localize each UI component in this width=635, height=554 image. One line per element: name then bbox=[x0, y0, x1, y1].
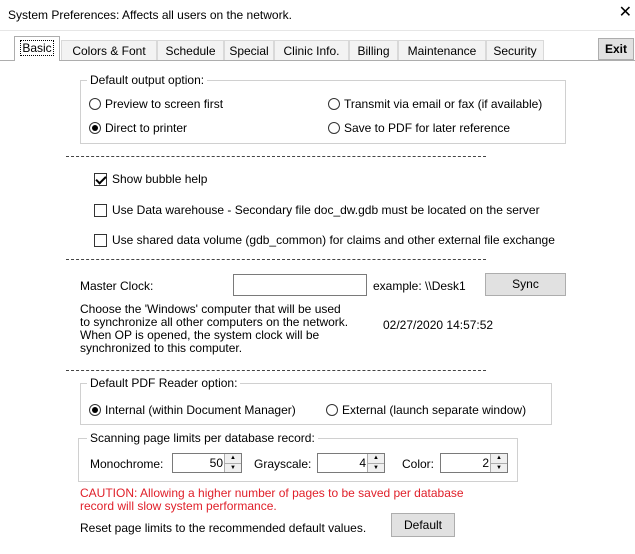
tab-basic[interactable]: Basic bbox=[14, 36, 60, 61]
checkbox-show-bubble-help[interactable]: Show bubble help bbox=[94, 172, 207, 186]
spinner-arrows[interactable]: ▲ ▼ bbox=[224, 454, 241, 472]
caution-text: CAUTION: Allowing a higher number of pag… bbox=[80, 487, 464, 513]
spinner-value: 4 bbox=[359, 456, 366, 470]
radio-icon bbox=[89, 98, 101, 110]
radio-icon bbox=[328, 122, 340, 134]
master-clock-input[interactable] bbox=[233, 274, 367, 296]
radio-preview-screen[interactable]: Preview to screen first bbox=[89, 97, 223, 111]
spin-down-icon[interactable]: ▼ bbox=[225, 463, 241, 472]
radio-label: External (launch separate window) bbox=[342, 403, 527, 417]
radio-selected-icon bbox=[89, 404, 101, 416]
tab-label: Basic bbox=[20, 40, 54, 56]
radio-icon bbox=[328, 98, 340, 110]
spin-down-icon[interactable]: ▼ bbox=[368, 463, 384, 472]
tab-billing[interactable]: Billing bbox=[349, 40, 398, 61]
output-option-label: Default output option: bbox=[87, 73, 208, 87]
radio-label: Save to PDF for later reference bbox=[344, 121, 511, 135]
tab-security[interactable]: Security bbox=[486, 40, 544, 61]
divider bbox=[66, 370, 486, 371]
spin-up-icon[interactable]: ▲ bbox=[368, 454, 384, 463]
checkbox-checked-icon bbox=[94, 172, 107, 186]
radio-save-pdf[interactable]: Save to PDF for later reference bbox=[328, 121, 510, 135]
radio-label: Preview to screen first bbox=[105, 97, 224, 111]
radio-selected-icon bbox=[89, 122, 101, 134]
master-clock-label: Master Clock: bbox=[80, 279, 154, 293]
exit-button[interactable]: Exit bbox=[598, 38, 634, 60]
checkbox-icon bbox=[94, 203, 107, 217]
spin-down-icon[interactable]: ▼ bbox=[491, 463, 507, 472]
default-button[interactable]: Default bbox=[391, 513, 455, 537]
grayscale-label: Grayscale: bbox=[254, 457, 312, 471]
tab-maintenance[interactable]: Maintenance bbox=[398, 40, 486, 61]
divider bbox=[66, 259, 486, 260]
radio-pdf-external[interactable]: External (launch separate window) bbox=[326, 403, 526, 417]
pdf-reader-label: Default PDF Reader option: bbox=[87, 376, 241, 390]
radio-icon bbox=[326, 404, 338, 416]
radio-label: Internal (within Document Manager) bbox=[105, 403, 296, 417]
checkbox-label: Use shared data volume (gdb_common) for … bbox=[112, 233, 555, 247]
spinner-value: 50 bbox=[209, 456, 223, 470]
monochrome-spinner[interactable]: 50 ▲ ▼ bbox=[172, 453, 242, 473]
color-spinner[interactable]: 2 ▲ ▼ bbox=[440, 453, 508, 473]
divider bbox=[66, 156, 486, 157]
caution-line: record will slow system performance. bbox=[80, 499, 277, 513]
master-clock-description: Choose the 'Windows' computer that will … bbox=[80, 303, 348, 355]
sync-button[interactable]: Sync bbox=[485, 273, 566, 296]
reset-description: Reset page limits to the recommended def… bbox=[80, 521, 367, 535]
radio-pdf-internal[interactable]: Internal (within Document Manager) bbox=[89, 403, 296, 417]
checkbox-data-warehouse[interactable]: Use Data warehouse - Secondary file doc_… bbox=[94, 203, 540, 217]
checkbox-shared-data-volume[interactable]: Use shared data volume (gdb_common) for … bbox=[94, 233, 555, 247]
tab-special[interactable]: Special bbox=[224, 40, 274, 61]
tab-colors-font[interactable]: Colors & Font bbox=[61, 40, 157, 61]
radio-transmit-email-fax[interactable]: Transmit via email or fax (if available) bbox=[328, 97, 542, 111]
grayscale-spinner[interactable]: 4 ▲ ▼ bbox=[317, 453, 385, 473]
checkbox-icon bbox=[94, 233, 107, 247]
spin-up-icon[interactable]: ▲ bbox=[491, 454, 507, 463]
close-icon[interactable]: ✕ bbox=[619, 5, 632, 21]
tab-strip: Basic Colors & Font Schedule Special Cli… bbox=[0, 36, 635, 62]
window-title: System Preferences: Affects all users on… bbox=[8, 8, 292, 22]
checkbox-label: Show bubble help bbox=[112, 172, 208, 186]
title-bar: System Preferences: Affects all users on… bbox=[0, 0, 635, 31]
tab-schedule[interactable]: Schedule bbox=[157, 40, 224, 61]
color-label: Color: bbox=[402, 457, 435, 471]
clock-timestamp: 02/27/2020 14:57:52 bbox=[383, 318, 494, 332]
tab-clinic-info[interactable]: Clinic Info. bbox=[274, 40, 349, 61]
radio-label: Transmit via email or fax (if available) bbox=[344, 97, 543, 111]
tab-baseline bbox=[0, 60, 635, 61]
monochrome-label: Monochrome: bbox=[90, 457, 164, 471]
master-clock-example: example: \\Desk1 bbox=[373, 279, 466, 293]
checkbox-label: Use Data warehouse - Secondary file doc_… bbox=[112, 203, 540, 217]
radio-label: Direct to printer bbox=[105, 121, 188, 135]
spin-up-icon[interactable]: ▲ bbox=[225, 454, 241, 463]
spinner-arrows[interactable]: ▲ ▼ bbox=[490, 454, 507, 472]
scanning-limits-label: Scanning page limits per database record… bbox=[87, 431, 318, 445]
spinner-value: 2 bbox=[482, 456, 489, 470]
description-line: synchronized to this computer. bbox=[80, 341, 243, 355]
radio-direct-printer[interactable]: Direct to printer bbox=[89, 121, 187, 135]
spinner-arrows[interactable]: ▲ ▼ bbox=[367, 454, 384, 472]
